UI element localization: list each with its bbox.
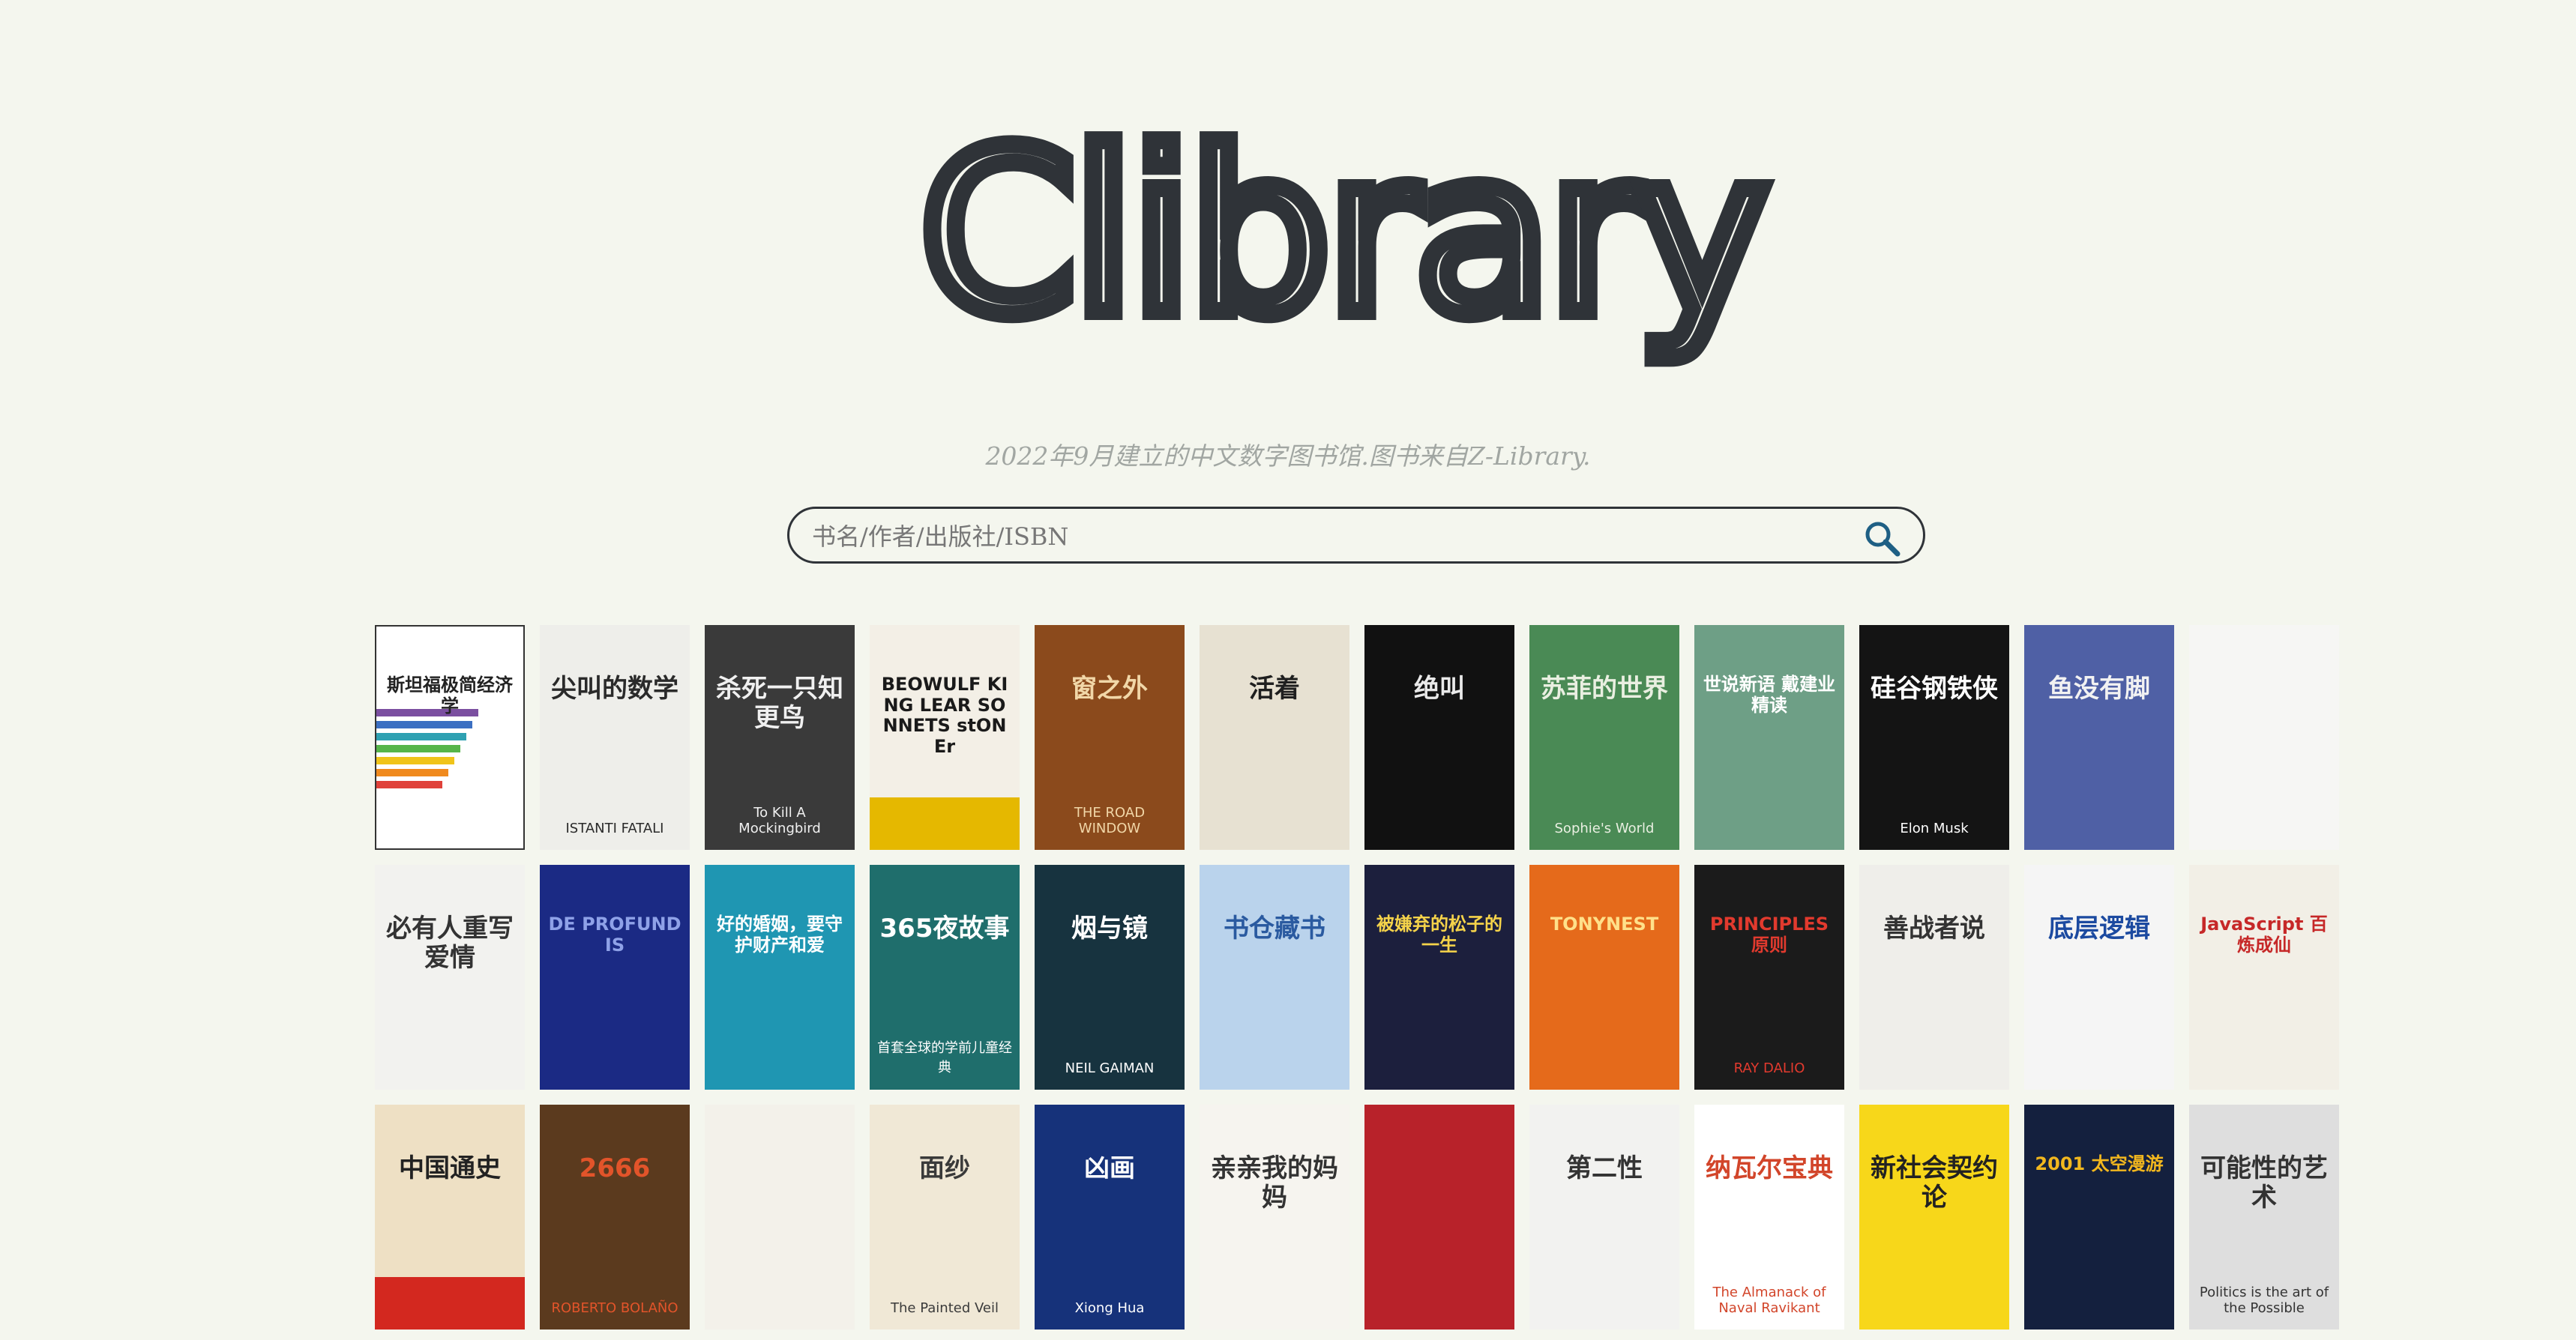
book-title: BEOWULF KING LEAR SONNETS stONEr	[881, 674, 1008, 757]
tagline: 2022年9月建立的中文数字图书馆.图书来自Z-Library.	[985, 441, 1591, 471]
book-cover[interactable]: 斯坦福极简经济学	[375, 625, 525, 850]
book-title: 好的婚姻，要守护财产和爱	[717, 914, 843, 956]
book-title: TONYNEST	[1550, 914, 1659, 935]
book-title: 硅谷钢铁侠	[1871, 674, 1998, 704]
book-cover[interactable]: 365夜故事首套全球的学前儿童经典	[870, 865, 1020, 1090]
cover-stripe	[376, 721, 472, 728]
logo-text: Clibrary	[920, 112, 1765, 364]
book-title: 纳瓦尔宝典	[1706, 1153, 1833, 1183]
book-title: 中国通史	[399, 1153, 501, 1183]
cover-stripe	[870, 797, 1020, 850]
book-cover[interactable]: DE PROFUNDIS	[540, 865, 690, 1090]
book-title: 365夜故事	[879, 914, 1010, 944]
book-cover[interactable]: 杀死一只知更鸟 To Kill A Mockingbird	[705, 625, 855, 850]
book-cover[interactable]	[705, 1105, 855, 1330]
book-subtitle: THE ROAD WINDOW	[1074, 805, 1146, 836]
book-title: 斯坦福极简经济学	[387, 674, 513, 716]
book-title: 世说新语 戴建业精读	[1703, 674, 1836, 716]
book-title: DE PROFUNDIS	[548, 914, 681, 956]
book-cover[interactable]	[2189, 625, 2339, 850]
book-title: 被嫌弃的松子的一生	[1376, 914, 1502, 956]
book-cover[interactable]: 烟与镜 NEIL GAIMAN	[1035, 865, 1185, 1090]
book-cover[interactable]: 窗之外 THE ROAD WINDOW	[1035, 625, 1185, 850]
book-subtitle: ROBERTO BOLAÑO	[551, 1300, 678, 1316]
search-button[interactable]	[1862, 518, 1902, 558]
book-cover[interactable]: 鱼没有脚	[2024, 625, 2174, 850]
book-subtitle: Elon Musk	[1900, 821, 1969, 836]
book-title: 2001 太空漫游	[2035, 1153, 2164, 1174]
book-title: 苏菲的世界	[1541, 674, 1668, 704]
book-cover[interactable]: 底层逻辑	[2024, 865, 2174, 1090]
book-title: 书仓藏书	[1224, 914, 1325, 944]
book-subtitle: The Painted Veil	[891, 1300, 999, 1316]
book-cover[interactable]: 善战者说	[1859, 865, 2009, 1090]
cover-stripe	[376, 769, 448, 776]
book-cover[interactable]: 苏菲的世界 Sophie's World	[1529, 625, 1679, 850]
book-title: 绝叫	[1414, 674, 1465, 704]
book-subtitle: NEIL GAIMAN	[1065, 1060, 1155, 1076]
book-cover[interactable]: 面纱 The Painted Veil	[870, 1105, 1020, 1330]
book-title: 鱼没有脚	[2048, 674, 2150, 704]
book-title: 善战者说	[1883, 914, 1985, 944]
book-cover[interactable]: 书仓藏书	[1200, 865, 1349, 1090]
cover-stripe	[376, 757, 454, 764]
book-title: JavaScript 百炼成仙	[2200, 914, 2328, 956]
book-cover[interactable]: TONYNEST	[1529, 865, 1679, 1090]
book-cover[interactable]: 好的婚姻，要守护财产和爱	[705, 865, 855, 1090]
book-cover[interactable]: 世说新语 戴建业精读	[1694, 625, 1844, 850]
book-subtitle: Politics is the art of the Possible	[2199, 1285, 2329, 1316]
book-title: 烟与镜	[1071, 914, 1148, 944]
book-title: 杀死一只知更鸟	[716, 674, 843, 734]
book-cover[interactable]: 新社会契约论	[1859, 1105, 2009, 1330]
book-subtitle: The Almanack of Naval Ravikant	[1712, 1285, 1826, 1316]
book-cover[interactable]: 必有人重写爱情	[375, 865, 525, 1090]
search-input[interactable]	[810, 515, 1818, 558]
book-title: 尖叫的数学	[551, 674, 678, 704]
book-cover[interactable]: 凶画 Xiong Hua	[1035, 1105, 1185, 1330]
book-cover[interactable]: 2666 ROBERTO BOLAÑO	[540, 1105, 690, 1330]
book-title: PRINCIPLES 原则	[1709, 914, 1829, 956]
book-cover[interactable]: 被嫌弃的松子的一生	[1364, 865, 1514, 1090]
book-title: 可能性的艺术	[2200, 1153, 2328, 1213]
book-subtitle: ISTANTI FATALI	[565, 821, 664, 836]
book-title: 凶画	[1084, 1153, 1135, 1183]
book-title: 2666	[579, 1153, 651, 1183]
book-cover[interactable]: BEOWULF KING LEAR SONNETS stONEr	[870, 625, 1020, 850]
search-icon	[1865, 522, 1901, 557]
book-title: 底层逻辑	[2048, 914, 2150, 944]
search-bar	[787, 507, 1925, 564]
book-cover[interactable]: 尖叫的数学 ISTANTI FATALI	[540, 625, 690, 850]
book-title: 必有人重写爱情	[386, 914, 514, 974]
book-title: 新社会契约论	[1871, 1153, 1998, 1213]
book-title: 第二性	[1566, 1153, 1643, 1183]
book-cover[interactable]: 活着	[1200, 625, 1349, 850]
book-cover[interactable]: 亲亲我的妈妈	[1200, 1105, 1349, 1330]
book-cover[interactable]: 第二性	[1529, 1105, 1679, 1330]
book-cover[interactable]: 绝叫	[1364, 625, 1514, 850]
book-title: 活着	[1249, 674, 1300, 704]
book-title: 窗之外	[1071, 674, 1148, 704]
book-cover[interactable]: 可能性的艺术 Politics is the art of the Possibl…	[2189, 1105, 2339, 1330]
book-grid: 斯坦福极简经济学 尖叫的数学 ISTANTI FATALI 杀死一只知更鸟 To Kil…	[375, 625, 2339, 1330]
clibrary-logo[interactable]: Clibrary	[840, 112, 1844, 382]
cover-stripe	[376, 745, 460, 752]
book-title: 面纱	[919, 1153, 970, 1183]
book-cover[interactable]: 中国通史	[375, 1105, 525, 1330]
book-cover[interactable]: JavaScript 百炼成仙	[2189, 865, 2339, 1090]
book-subtitle: To Kill A Mockingbird	[738, 805, 821, 836]
book-cover[interactable]: 2001 太空漫游	[2024, 1105, 2174, 1330]
book-title: 亲亲我的妈妈	[1211, 1153, 1338, 1213]
book-cover[interactable]	[1364, 1105, 1514, 1330]
book-cover[interactable]: 硅谷钢铁侠 Elon Musk	[1859, 625, 2009, 850]
cover-stripe	[376, 781, 442, 788]
book-cover[interactable]: PRINCIPLES 原则 RAY DALIO	[1694, 865, 1844, 1090]
cover-stripe	[375, 1277, 525, 1330]
book-subtitle: Xiong Hua	[1074, 1300, 1145, 1316]
book-subtitle: 首套全球的学前儿童经典	[877, 1040, 1012, 1075]
book-subtitle: Sophie's World	[1554, 821, 1655, 836]
book-subtitle: RAY DALIO	[1733, 1060, 1805, 1076]
book-cover[interactable]: 纳瓦尔宝典 The Almanack of Naval Ravikant	[1694, 1105, 1844, 1330]
cover-stripe	[376, 733, 466, 740]
